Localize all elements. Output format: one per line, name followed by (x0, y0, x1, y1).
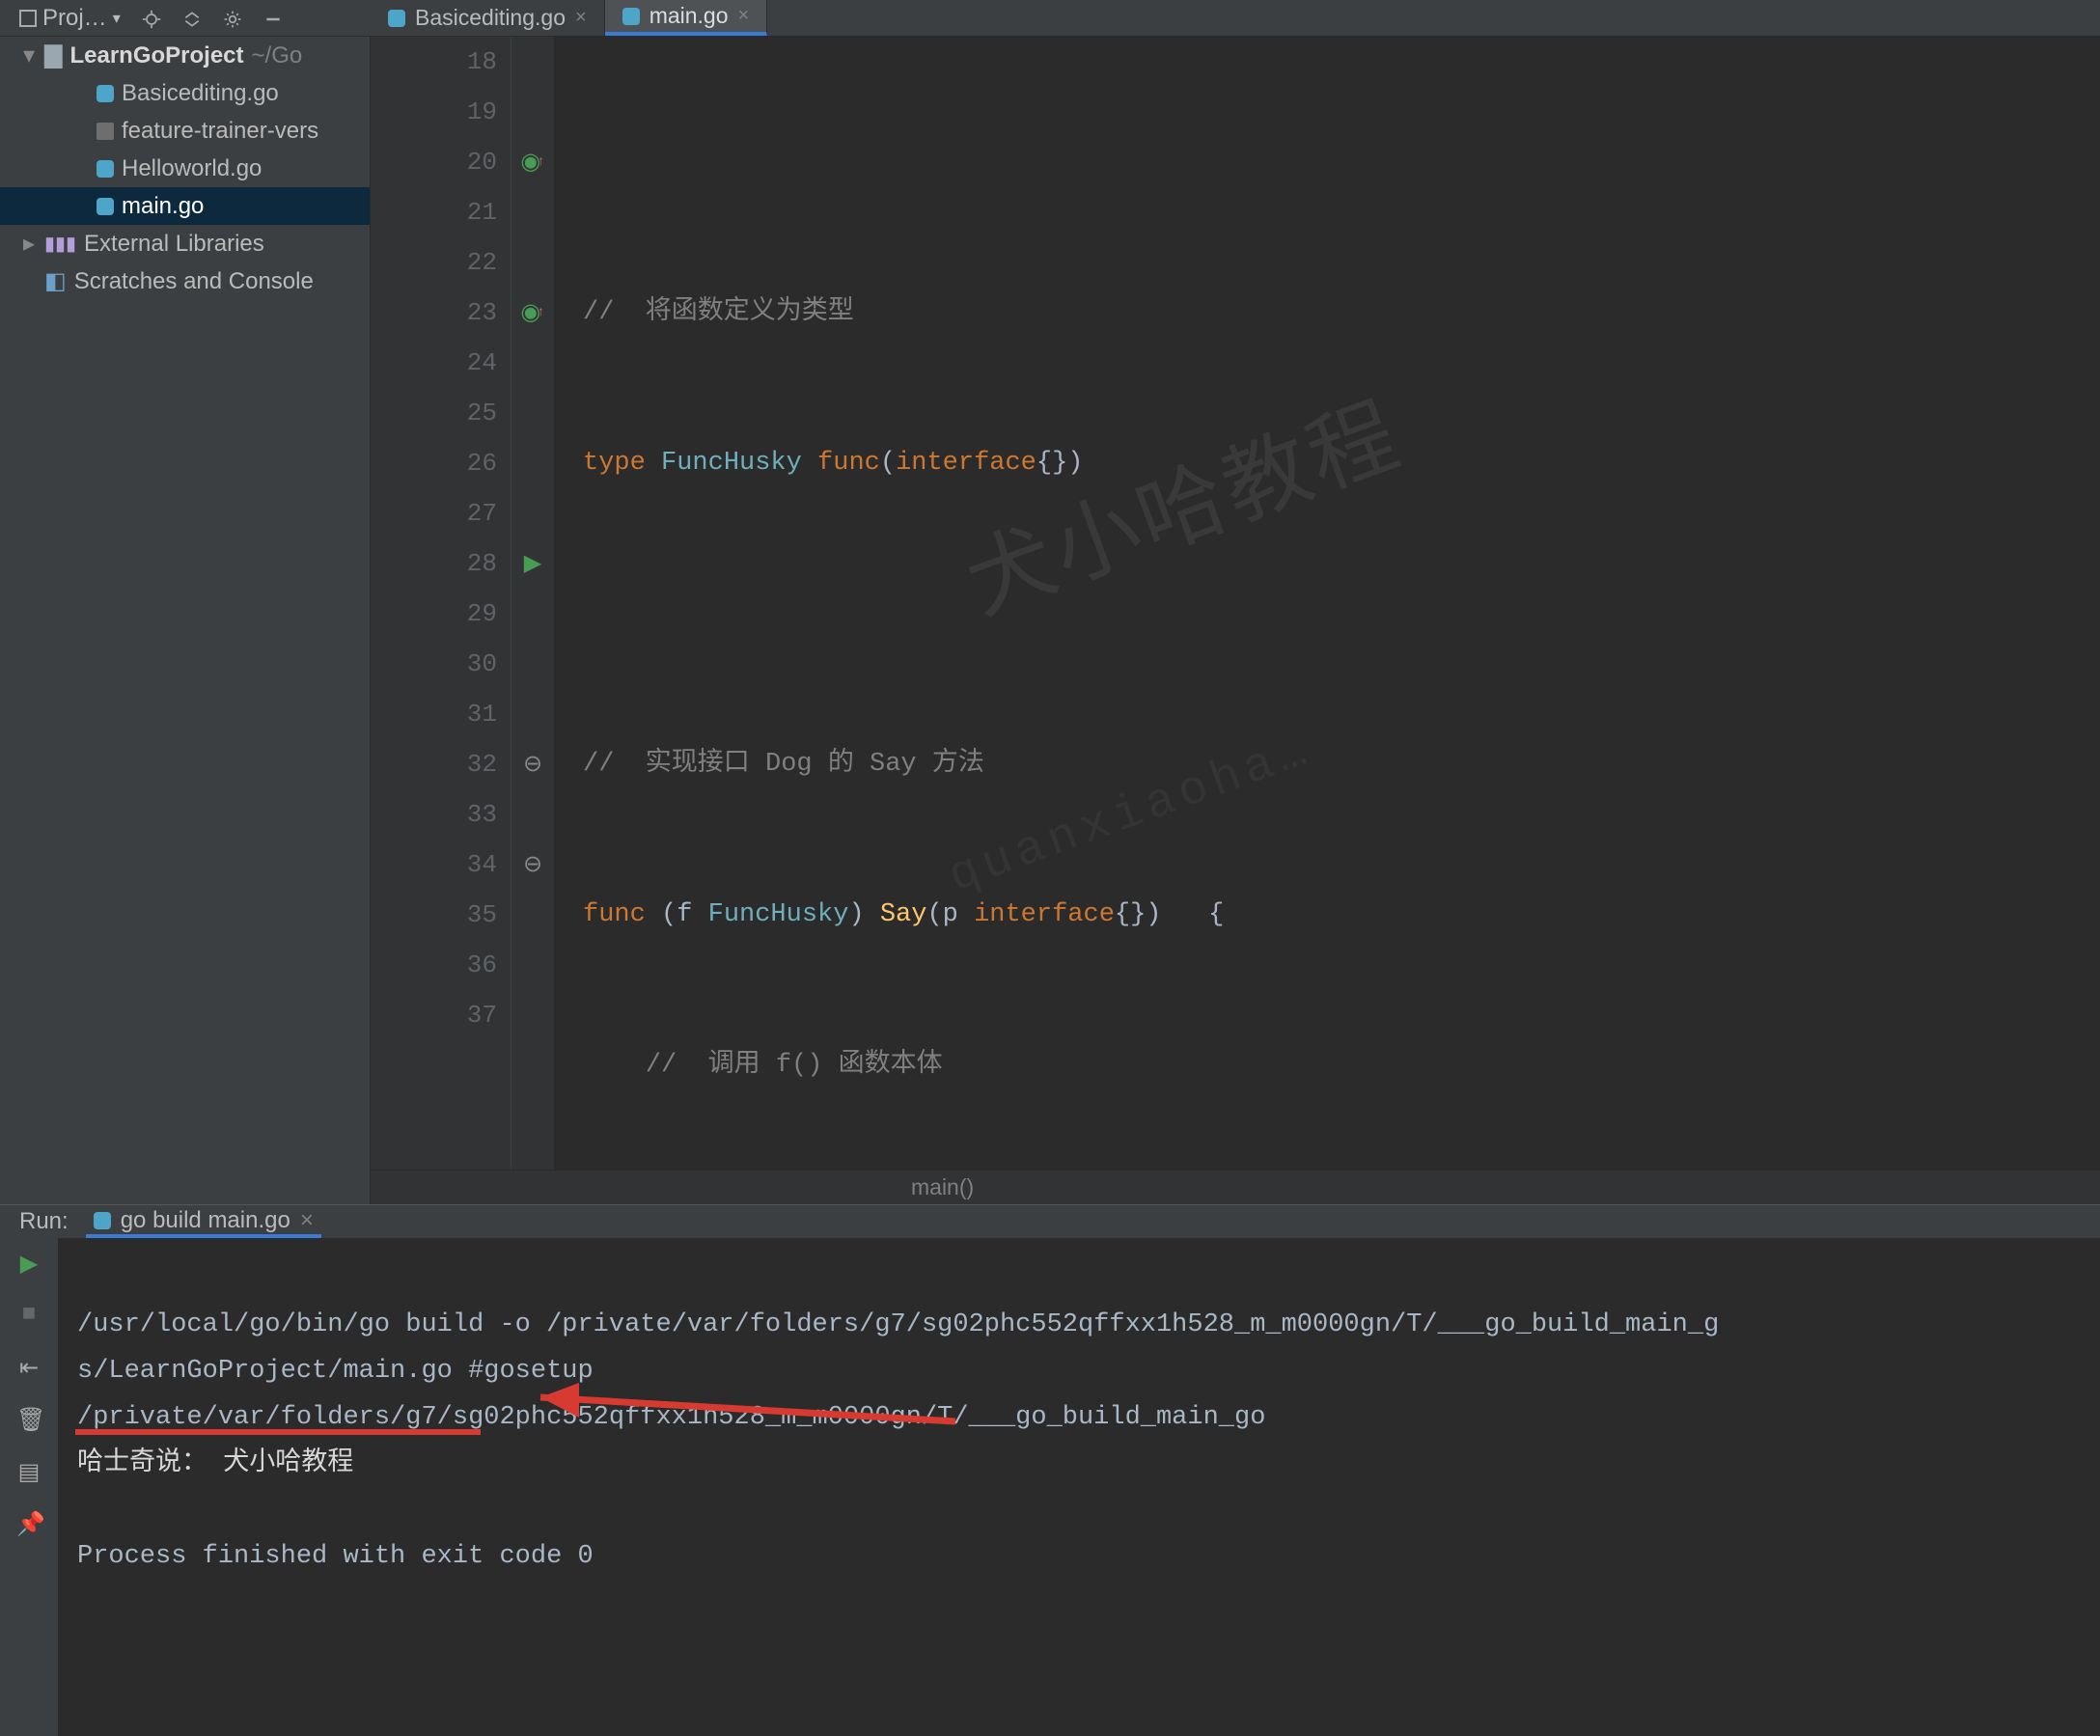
project-icon (19, 10, 37, 27)
project-tree[interactable]: ▾ ▇ LearnGoProject ~/Go Basicediting.go … (0, 37, 371, 1204)
fold-icon[interactable]: ⊖ (511, 739, 554, 789)
run-tab-label: go build main.go (121, 1207, 290, 1234)
tree-root[interactable]: ▾ ▇ LearnGoProject ~/Go (0, 37, 370, 74)
code-kw: type (583, 449, 661, 478)
tab-main[interactable]: main.go × (605, 0, 768, 36)
tab-basicediting[interactable]: Basicediting.go × (371, 0, 605, 36)
code-comment: // 实现接口 Dog 的 Say 方法 (583, 750, 984, 779)
tree-scratches[interactable]: ◧ Scratches and Console (0, 262, 370, 300)
line-number-gutter: 18 19 20 21 22 23 24 25 26 27 28 29 30 3… (371, 37, 511, 1170)
console-line: Process finished with exit code 0 (77, 1542, 594, 1571)
implements-icon[interactable]: ◉↑ (511, 288, 554, 338)
tree-file[interactable]: feature-trainer-vers (0, 112, 370, 150)
console-line: /usr/local/go/bin/go build -o /private/v… (77, 1310, 1719, 1339)
external-libraries-label: External Libraries (84, 231, 264, 258)
chevron-down-icon: ▾ (113, 9, 121, 28)
layout-icon[interactable]: ▤ (16, 1458, 41, 1483)
code-punc: (p (926, 900, 974, 929)
rerun-icon[interactable]: ▶ (16, 1250, 41, 1275)
annotation-arrow-icon (511, 1383, 975, 1441)
code-func: Say (880, 900, 927, 929)
code-punc: (f (661, 900, 708, 929)
text-file-icon (97, 123, 114, 140)
tab-label: Basicediting.go (415, 5, 566, 31)
console-line-output: 哈士奇说： 犬小哈教程 (77, 1449, 353, 1478)
exit-icon[interactable]: ⇤ (16, 1354, 41, 1379)
file-name: Helloworld.go (122, 155, 262, 182)
breadcrumb[interactable]: main() (371, 1170, 2100, 1204)
chevron-down-icon[interactable]: ▾ (23, 41, 37, 69)
gear-icon[interactable] (223, 9, 242, 28)
collapse-icon[interactable] (182, 9, 202, 28)
annotation-underline (75, 1429, 481, 1435)
tree-file[interactable]: Helloworld.go (0, 150, 370, 187)
scratches-icon: ◧ (44, 267, 67, 295)
console-output[interactable]: /usr/local/go/bin/go build -o /private/v… (58, 1238, 2100, 1736)
run-side-toolbar: ▶ ■ ⇤ 🗑 ▤ 📌 (0, 1238, 58, 1736)
code-type: FuncHusky (661, 449, 817, 478)
trash-icon[interactable]: 🗑 (16, 1406, 41, 1431)
console-line: s/LearnGoProject/main.go #gosetup (77, 1357, 594, 1386)
go-file-icon (94, 1212, 111, 1229)
code-kw: func (817, 449, 880, 478)
code-punc: ( (880, 449, 896, 478)
library-icon: ▮▮▮ (44, 232, 76, 256)
chevron-right-icon[interactable]: ▸ (23, 230, 37, 258)
code-punc: {}) (1036, 449, 1084, 478)
fold-icon[interactable]: ⊖ (511, 840, 554, 890)
tree-file[interactable]: Basicediting.go (0, 74, 370, 112)
run-gutter-icon[interactable]: ▶ (511, 538, 554, 589)
breadcrumb-label: main() (911, 1174, 974, 1200)
go-file-icon (97, 198, 114, 215)
code-content[interactable]: 犬小哈教程 quanxiaoha… // 将函数定义为类型 type FuncH… (554, 37, 2100, 1170)
code-kw: func (583, 900, 661, 929)
go-file-icon (97, 85, 114, 102)
code-type: FuncHusky (708, 900, 849, 929)
folder-icon: ▇ (44, 41, 62, 69)
run-panel: Run: go build main.go × ▶ ■ ⇤ 🗑 ▤ 📌 /usr… (0, 1204, 2100, 1590)
code-comment: // 调用 f() 函数本体 (646, 1051, 943, 1080)
tree-external-libraries[interactable]: ▸ ▮▮▮ External Libraries (0, 225, 370, 262)
code-punc: {}) { (1115, 900, 1224, 929)
project-root-path: ~/Go (252, 42, 303, 69)
run-tab[interactable]: go build main.go × (86, 1205, 321, 1238)
code-editor[interactable]: 18 19 20 21 22 23 24 25 26 27 28 29 30 3… (371, 37, 2100, 1170)
go-file-icon (388, 10, 405, 27)
close-icon[interactable]: × (738, 5, 750, 27)
locate-icon[interactable] (142, 9, 161, 28)
scratches-label: Scratches and Console (74, 268, 314, 295)
tab-label: main.go (649, 3, 729, 29)
project-root-name: LearnGoProject (69, 42, 243, 69)
minimize-icon[interactable] (263, 9, 283, 28)
file-name: feature-trainer-vers (122, 118, 318, 145)
implements-icon[interactable]: ◉↑ (511, 137, 554, 187)
tree-file-selected[interactable]: main.go (0, 187, 370, 225)
stop-icon[interactable]: ■ (16, 1302, 41, 1327)
code-comment: // 将函数定义为类型 (583, 298, 854, 327)
editor-tabs: Basicediting.go × main.go × (371, 0, 2100, 37)
pin-icon[interactable]: 📌 (16, 1510, 41, 1535)
go-file-icon (97, 160, 114, 178)
code-kw: interface (974, 900, 1115, 929)
code-kw: interface (896, 449, 1036, 478)
close-icon[interactable]: × (300, 1207, 314, 1234)
project-selector-label: Proj… (42, 5, 107, 32)
run-label: Run: (19, 1208, 69, 1235)
project-pane-header: Proj… ▾ (0, 0, 371, 37)
go-file-icon (622, 8, 640, 25)
project-view-selector[interactable]: Proj… ▾ (19, 5, 121, 32)
file-name: Basicediting.go (122, 80, 279, 107)
file-name: main.go (122, 193, 204, 220)
code-punc: ) (848, 900, 879, 929)
close-icon[interactable]: × (575, 7, 587, 29)
run-panel-header: Run: go build main.go × (0, 1205, 2100, 1238)
icon-gutter: ◉↑ ◉↑ ▶ ⊖ ⊖ (511, 37, 554, 1170)
